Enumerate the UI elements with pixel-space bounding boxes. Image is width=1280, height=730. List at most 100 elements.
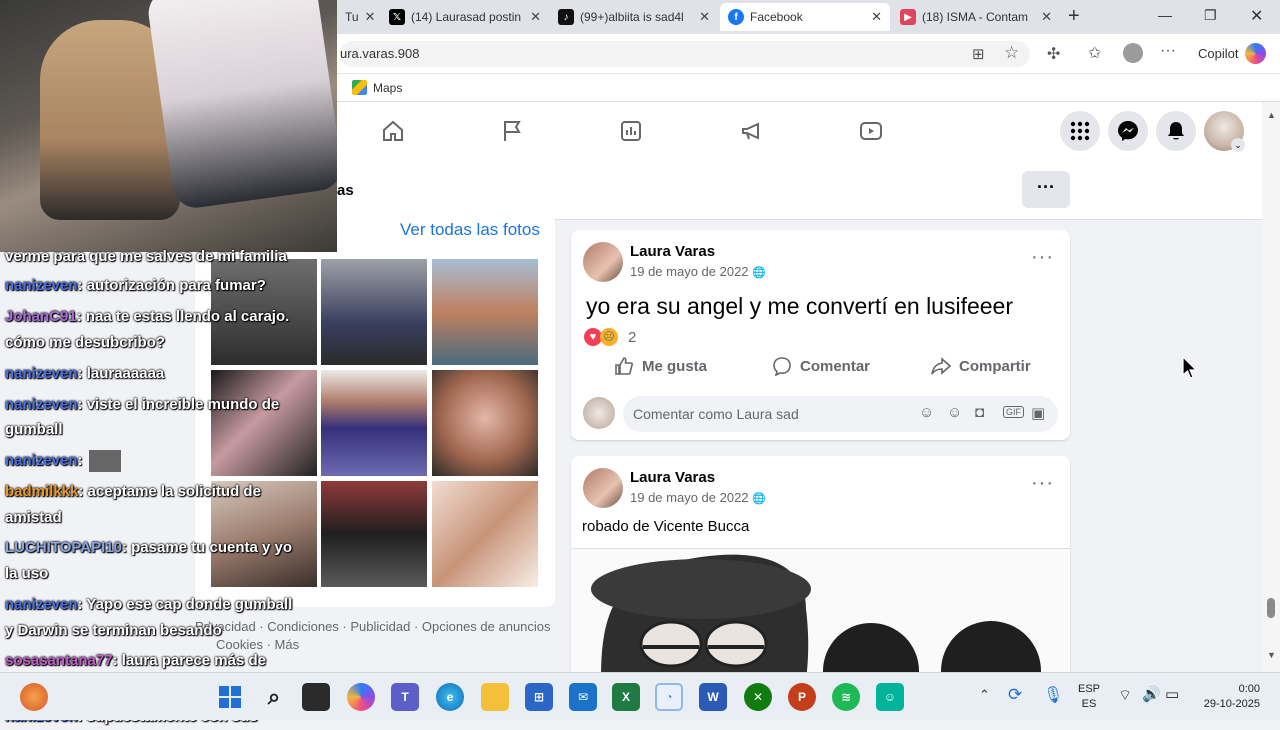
post-author-name[interactable]: Laura Varas: [630, 243, 715, 260]
post-author-avatar[interactable]: [583, 242, 623, 282]
minimize-button[interactable]: —: [1158, 7, 1172, 23]
extensions-icon[interactable]: ✣: [1047, 44, 1060, 64]
photo-thumbnail[interactable]: [321, 481, 427, 587]
commenter-avatar[interactable]: [583, 397, 615, 429]
more-options-icon[interactable]: ···: [1160, 42, 1176, 60]
edge-browser-icon[interactable]: e: [436, 683, 464, 711]
chat-username[interactable]: nanizeven: [5, 396, 78, 413]
file-explorer-icon[interactable]: [481, 683, 509, 711]
photo-thumbnail[interactable]: [321, 259, 427, 365]
copilot-taskbar-icon[interactable]: [347, 683, 375, 711]
copilot-icon[interactable]: [1245, 43, 1266, 64]
post-author-avatar[interactable]: [583, 468, 623, 508]
bookmark-maps[interactable]: Maps: [373, 81, 402, 95]
task-view-icon[interactable]: [302, 683, 330, 711]
post-date[interactable]: 19 de mayo de 2022 🌐: [630, 264, 766, 279]
camera-icon[interactable]: ◘: [975, 404, 984, 421]
app-icon[interactable]: ☺: [876, 683, 904, 711]
photo-thumbnail[interactable]: [432, 481, 538, 587]
sync-icon[interactable]: ⟳: [1008, 685, 1022, 705]
url-field[interactable]: ura.varas.908: [340, 41, 1030, 67]
wifi-icon[interactable]: ⌔: [1118, 686, 1132, 705]
chat-username[interactable]: sosasantana77: [5, 652, 113, 669]
dashboard-icon[interactable]: [614, 114, 648, 148]
battery-icon[interactable]: ▭: [1165, 685, 1179, 703]
close-tab-icon[interactable]: ✕: [530, 9, 541, 25]
pages-flag-icon[interactable]: [495, 114, 529, 148]
chat-username[interactable]: badmilkkk: [5, 483, 78, 500]
avatar-sticker-icon[interactable]: ☺: [919, 404, 934, 421]
copilot-button-label[interactable]: Copilot: [1198, 46, 1238, 61]
browser-tab[interactable]: ♪ (99+)albiita is sad4l ✕: [550, 3, 718, 31]
start-windows-icon[interactable]: [216, 683, 244, 711]
photo-thumbnail[interactable]: [321, 370, 427, 476]
post-author-name[interactable]: Laura Varas: [630, 469, 715, 486]
chat-username[interactable]: nanizeven: [5, 452, 78, 469]
comment-button[interactable]: Comentar: [772, 356, 870, 376]
profile-tab-partial[interactable]: as: [337, 182, 354, 199]
scrollbar-thumb[interactable]: [1267, 598, 1275, 618]
restore-button[interactable]: ❐: [1204, 7, 1217, 24]
close-tab-icon[interactable]: ✕: [871, 9, 882, 25]
teams-icon[interactable]: T: [391, 683, 419, 711]
photo-thumbnail[interactable]: [432, 370, 538, 476]
clock[interactable]: 0:00 29-10-2025: [1200, 682, 1260, 712]
scroll-down-icon[interactable]: ▼: [1267, 650, 1276, 660]
spotify-icon[interactable]: ≋: [832, 683, 860, 711]
new-tab-button[interactable]: +: [1068, 5, 1080, 28]
photo-thumbnail[interactable]: [432, 259, 538, 365]
browser-tab[interactable]: 𝕏 (14) Laurasad postin ✕: [381, 3, 549, 31]
word-icon[interactable]: W: [699, 683, 727, 711]
scroll-up-icon[interactable]: ▲: [1267, 110, 1276, 120]
comment-input[interactable]: Comentar como Laura sad ☺ ☺ ◘ GIF ▣: [623, 396, 1058, 432]
page-scrollbar[interactable]: ▲ ▼: [1262, 102, 1280, 672]
post-options-icon[interactable]: ···: [1031, 472, 1054, 495]
see-all-photos-link[interactable]: Ver todas las fotos: [400, 220, 540, 240]
gif-icon[interactable]: GIF: [1003, 406, 1024, 418]
chat-username[interactable]: nanizeven: [5, 365, 78, 382]
app-available-icon[interactable]: ⊞: [972, 45, 985, 63]
close-tab-icon[interactable]: ✕: [365, 9, 376, 25]
search-icon[interactable]: ⌕: [260, 683, 288, 711]
video-icon[interactable]: [854, 114, 888, 148]
close-window-button[interactable]: ✕: [1250, 6, 1263, 26]
chat-username[interactable]: nanizeven: [5, 277, 78, 294]
microphone-icon[interactable]: 🎙: [1043, 685, 1063, 705]
favorites-icon[interactable]: ✩: [1088, 43, 1101, 63]
messenger-icon[interactable]: [1108, 111, 1148, 151]
post-options-icon[interactable]: ···: [1031, 246, 1054, 269]
post-image[interactable]: [571, 549, 1070, 672]
profile-icon[interactable]: [1123, 43, 1143, 63]
browser-tab[interactable]: Tu ✕: [337, 3, 380, 31]
emoji-icon[interactable]: ☺: [947, 404, 962, 421]
chat-username[interactable]: LUCHITOPAPI10: [5, 539, 122, 556]
weather-widget-icon[interactable]: [20, 683, 48, 711]
browser-tab-active[interactable]: f Facebook ✕: [720, 3, 890, 31]
post-date-text[interactable]: 19 de mayo de 2022: [630, 490, 749, 505]
chat-username[interactable]: JohanC91: [5, 308, 77, 325]
home-icon[interactable]: [376, 114, 410, 148]
chat-username[interactable]: nanizeven: [5, 596, 78, 613]
store-icon[interactable]: ⊞: [525, 683, 553, 711]
sticker-icon[interactable]: ▣: [1031, 404, 1045, 422]
like-button[interactable]: Me gusta: [614, 356, 707, 376]
volume-icon[interactable]: 🔊: [1142, 685, 1161, 703]
reactions-summary[interactable]: ♥ ☹ 2: [584, 328, 636, 346]
excel-icon[interactable]: X: [612, 683, 640, 711]
post-date[interactable]: 19 de mayo de 2022 🌐: [630, 490, 766, 505]
close-tab-icon[interactable]: ✕: [1041, 9, 1052, 25]
mail-icon[interactable]: ✉: [569, 683, 597, 711]
chevron-down-icon[interactable]: ⌄: [1231, 138, 1245, 152]
menu-grid-icon[interactable]: [1060, 111, 1100, 151]
notifications-bell-icon[interactable]: [1156, 111, 1196, 151]
language-indicator[interactable]: ESP ES: [1078, 682, 1100, 712]
share-button[interactable]: Compartir: [931, 356, 1031, 376]
profile-more-button[interactable]: ···: [1022, 171, 1070, 208]
xbox-icon[interactable]: ✕: [744, 683, 772, 711]
post-date-text[interactable]: 19 de mayo de 2022: [630, 264, 749, 279]
chevron-up-icon[interactable]: ⌃: [979, 687, 990, 703]
favorite-star-icon[interactable]: ☆: [1004, 43, 1019, 63]
megaphone-icon[interactable]: [735, 114, 769, 148]
photos-icon[interactable]: ◔: [655, 683, 683, 711]
powerpoint-icon[interactable]: P: [788, 683, 816, 711]
